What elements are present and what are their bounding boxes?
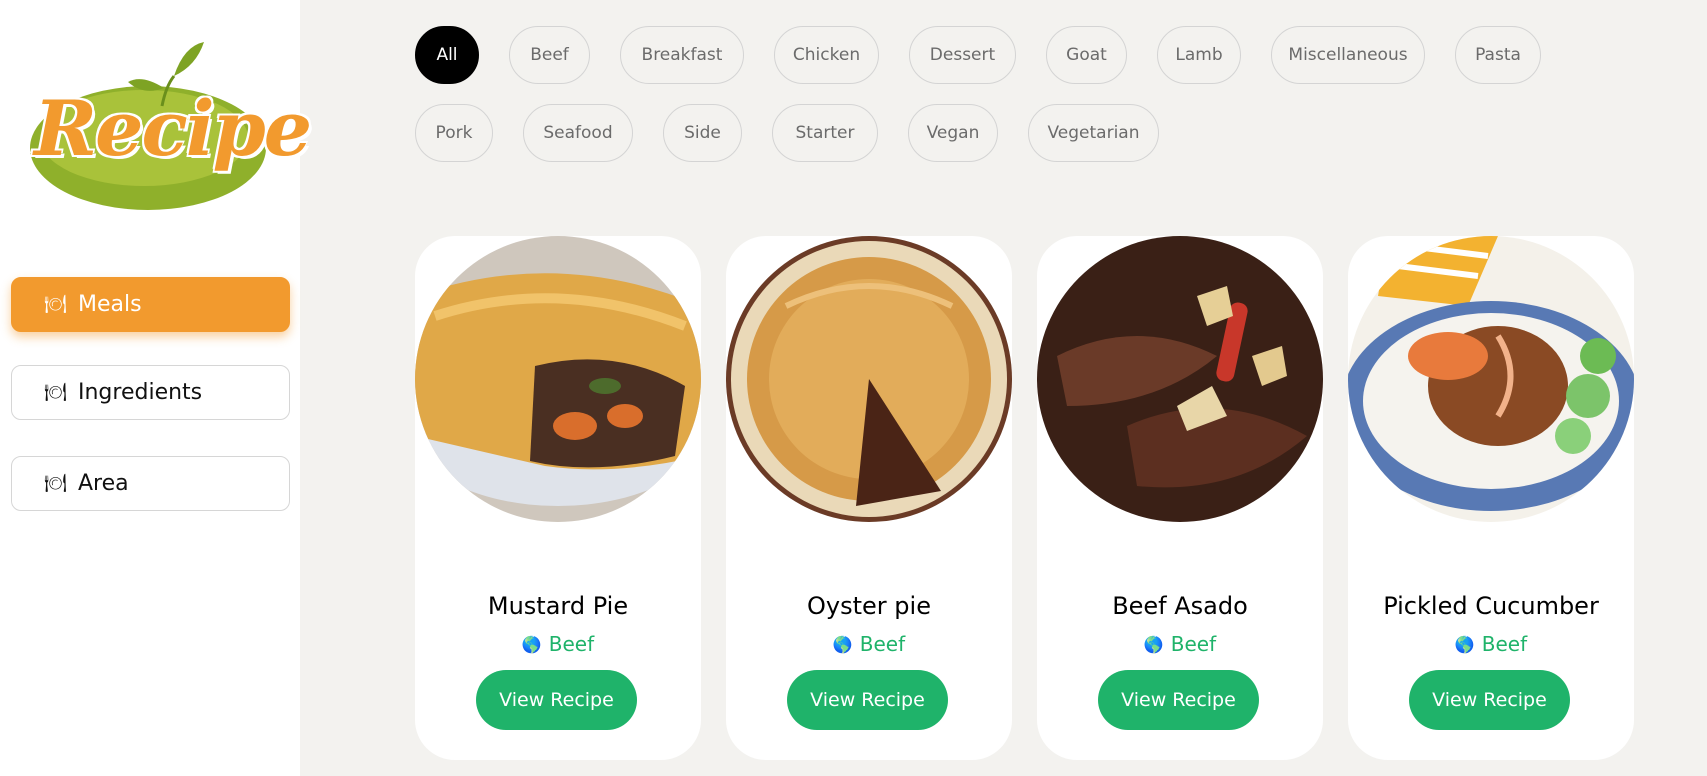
meal-area: 🌎 Beef bbox=[1348, 632, 1634, 656]
logo-text: Recipe bbox=[34, 84, 312, 173]
meal-card: Oyster pie 🌎 Beef View Recipe bbox=[726, 236, 1012, 760]
view-recipe-button[interactable]: View Recipe bbox=[476, 670, 637, 730]
globe-icon: 🌎 bbox=[1454, 634, 1475, 654]
category-chip-side[interactable]: Side bbox=[663, 104, 742, 162]
globe-icon: 🌎 bbox=[1143, 634, 1164, 654]
globe-icon: 🌎 bbox=[521, 634, 542, 654]
category-chip-vegetarian[interactable]: Vegetarian bbox=[1028, 104, 1159, 162]
category-chip-lamb[interactable]: Lamb bbox=[1157, 26, 1241, 84]
meal-area-label: Beef bbox=[1170, 632, 1217, 656]
category-chip-chicken[interactable]: Chicken bbox=[774, 26, 879, 84]
meal-area: 🌎 Beef bbox=[415, 632, 701, 656]
category-chip-seafood[interactable]: Seafood bbox=[523, 104, 633, 162]
meal-card: Mustard Pie 🌎 Beef View Recipe bbox=[415, 236, 701, 760]
category-chip-all[interactable]: All bbox=[415, 26, 479, 84]
category-chip-dessert[interactable]: Dessert bbox=[909, 26, 1016, 84]
nav-area-label: Area bbox=[78, 471, 129, 496]
meal-area-label: Beef bbox=[859, 632, 906, 656]
meal-card: Pickled Cucumber 🌎 Beef View Recipe bbox=[1348, 236, 1634, 760]
plate-cutlery-icon: 🍽 bbox=[44, 473, 67, 494]
view-recipe-button[interactable]: View Recipe bbox=[1098, 670, 1259, 730]
meal-area-label: Beef bbox=[1481, 632, 1528, 656]
view-recipe-button[interactable]: View Recipe bbox=[787, 670, 948, 730]
category-chip-breakfast[interactable]: Breakfast bbox=[620, 26, 744, 84]
meal-card: Beef Asado 🌎 Beef View Recipe bbox=[1037, 236, 1323, 760]
category-chip-goat[interactable]: Goat bbox=[1046, 26, 1127, 84]
meal-area: 🌎 Beef bbox=[1037, 632, 1323, 656]
meal-name: Pickled Cucumber bbox=[1383, 592, 1599, 620]
recipe-logo[interactable]: Recipe bbox=[24, 36, 312, 216]
sidebar: Recipe 🍽 Meals 🍽 Ingredients 🍽 Area bbox=[0, 0, 312, 776]
view-recipe-button[interactable]: View Recipe bbox=[1409, 670, 1570, 730]
meal-image[interactable] bbox=[1037, 236, 1323, 522]
category-chip-beef[interactable]: Beef bbox=[509, 26, 590, 84]
category-chip-miscellaneous[interactable]: Miscellaneous bbox=[1271, 26, 1425, 84]
meal-name: Mustard Pie bbox=[487, 592, 629, 620]
globe-icon: 🌎 bbox=[832, 634, 853, 654]
meal-image[interactable] bbox=[726, 236, 1012, 522]
meal-name: Beef Asado bbox=[1112, 592, 1248, 620]
nav-meals-button[interactable]: 🍽 Meals bbox=[11, 277, 290, 332]
nav-ingredients-label: Ingredients bbox=[78, 380, 203, 405]
plate-cutlery-icon: 🍽 bbox=[44, 382, 67, 403]
category-chip-pasta[interactable]: Pasta bbox=[1455, 26, 1541, 84]
category-chip-vegan[interactable]: Vegan bbox=[908, 104, 998, 162]
nav-meals-label: Meals bbox=[78, 292, 142, 317]
category-chip-pork[interactable]: Pork bbox=[415, 104, 493, 162]
meal-image[interactable] bbox=[1348, 236, 1634, 522]
meal-area: 🌎 Beef bbox=[726, 632, 1012, 656]
meal-image[interactable] bbox=[415, 236, 701, 522]
nav-area-button[interactable]: 🍽 Area bbox=[11, 456, 290, 511]
nav-ingredients-button[interactable]: 🍽 Ingredients bbox=[11, 365, 290, 420]
category-chip-starter[interactable]: Starter bbox=[772, 104, 878, 162]
meal-area-label: Beef bbox=[548, 632, 595, 656]
meal-name: Oyster pie bbox=[807, 592, 931, 620]
plate-cutlery-icon: 🍽 bbox=[44, 294, 67, 315]
